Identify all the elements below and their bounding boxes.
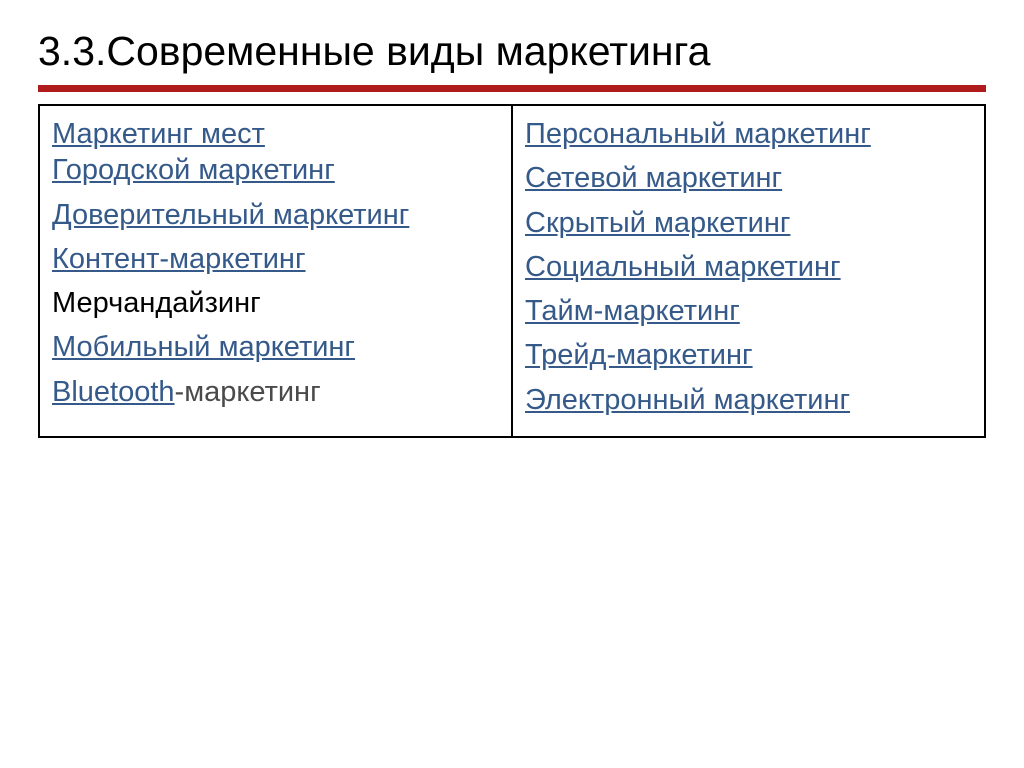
- right-column: Персональный маркетинг Сетевой маркетинг…: [512, 105, 985, 437]
- list-item: Bluetooth-маркетинг: [52, 374, 499, 410]
- list-item: Электронный маркетинг: [525, 382, 972, 418]
- link-trust-marketing[interactable]: Доверительный маркетинг: [52, 199, 409, 231]
- link-trade-marketing[interactable]: Трейд-маркетинг: [525, 339, 753, 371]
- list-item: Мобильный маркетинг: [52, 329, 499, 365]
- list-item: Мерчандайзинг: [52, 285, 499, 321]
- list-item: Маркетинг мест Городской маркетинг: [52, 116, 499, 189]
- list-item: Контент-маркетинг: [52, 241, 499, 277]
- link-content-marketing[interactable]: Контент-маркетинг: [52, 243, 306, 275]
- list-item: Сетевой маркетинг: [525, 160, 972, 196]
- link-bluetooth[interactable]: Bluetooth: [52, 376, 175, 408]
- link-personal-marketing[interactable]: Персональный маркетинг: [525, 118, 871, 150]
- link-city-marketing[interactable]: Городской маркетинг: [52, 154, 335, 186]
- link-electronic-marketing[interactable]: Электронный маркетинг: [525, 384, 850, 416]
- list-item: Социальный маркетинг: [525, 249, 972, 285]
- link-mobile-marketing[interactable]: Мобильный маркетинг: [52, 331, 355, 363]
- link-network-marketing[interactable]: Сетевой маркетинг: [525, 162, 782, 194]
- text-merchandising: Мерчандайзинг: [52, 287, 261, 319]
- list-item: Доверительный маркетинг: [52, 197, 499, 233]
- text-bluetooth-suffix: -маркетинг: [175, 376, 321, 408]
- link-time-marketing[interactable]: Тайм-маркетинг: [525, 295, 740, 327]
- list-item: Тайм-маркетинг: [525, 293, 972, 329]
- link-social-marketing[interactable]: Социальный маркетинг: [525, 251, 841, 283]
- left-column: Маркетинг мест Городской маркетинг Довер…: [39, 105, 512, 437]
- link-place-marketing[interactable]: Маркетинг мест: [52, 118, 265, 150]
- content-table: Маркетинг мест Городской маркетинг Довер…: [38, 104, 986, 438]
- link-hidden-marketing[interactable]: Скрытый маркетинг: [525, 207, 790, 239]
- title-underline: [38, 85, 986, 92]
- list-item: Персональный маркетинг: [525, 116, 972, 152]
- list-item: Трейд-маркетинг: [525, 337, 972, 373]
- slide-title: 3.3.Современные виды маркетинга: [38, 28, 986, 75]
- slide: 3.3.Современные виды маркетинга Маркетин…: [38, 28, 986, 740]
- list-item: Скрытый маркетинг: [525, 205, 972, 241]
